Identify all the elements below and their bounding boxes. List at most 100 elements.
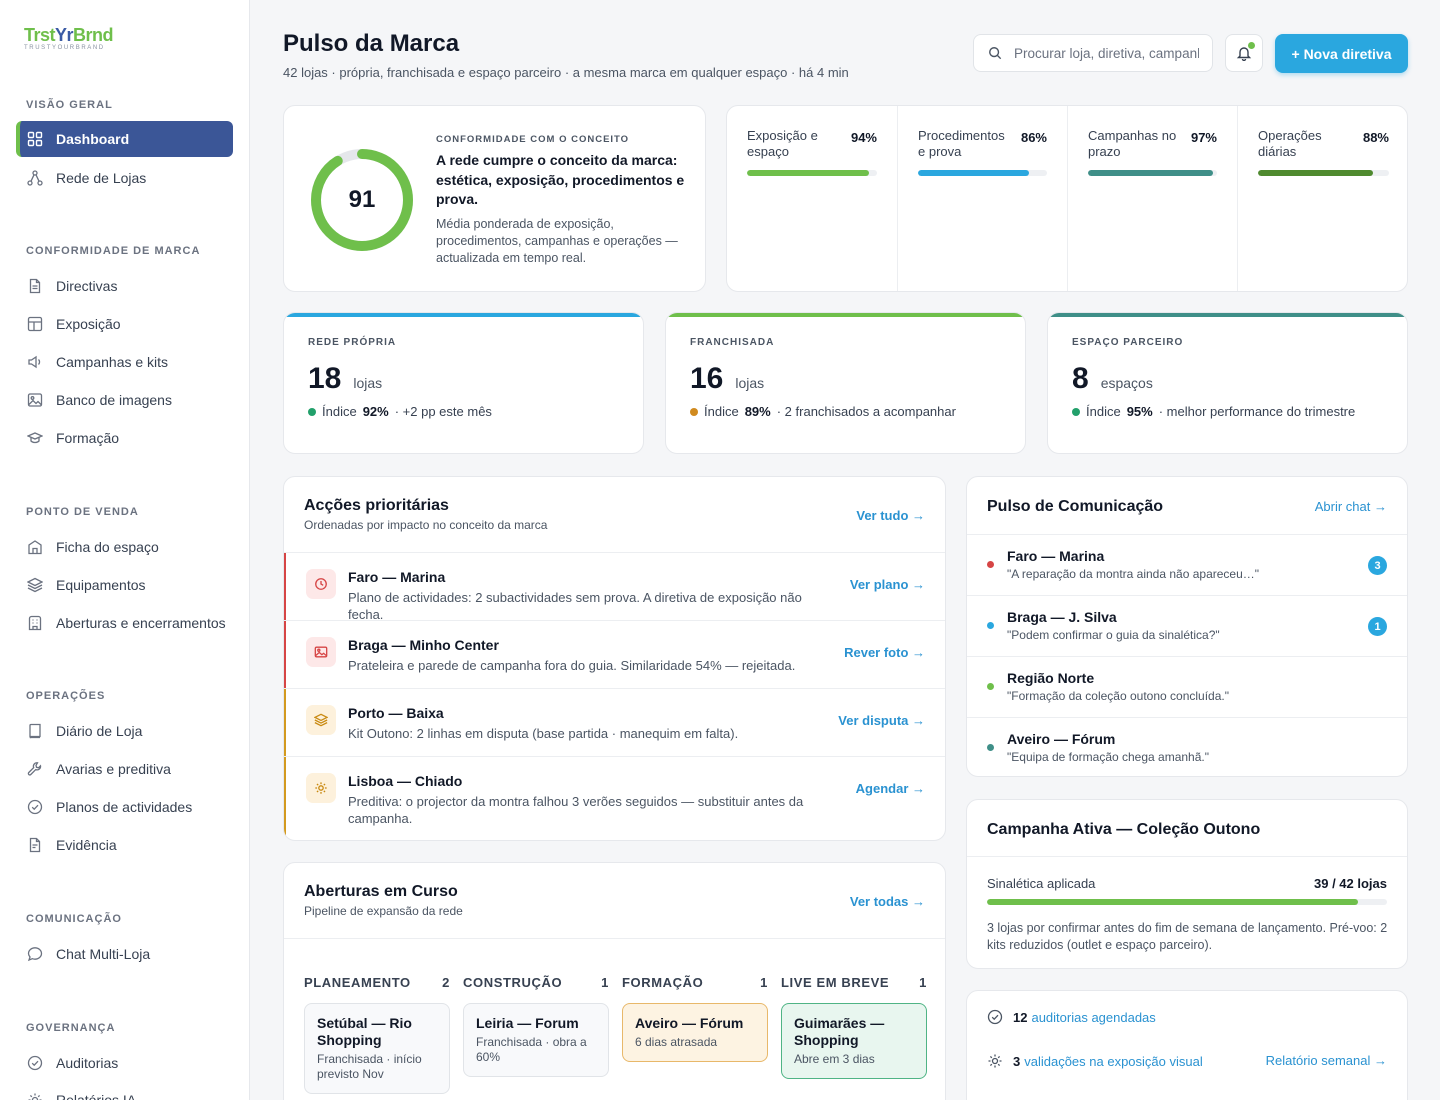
column-name: FORMAÇÃO — [622, 975, 704, 990]
check-circle-icon — [26, 1054, 44, 1072]
audits-count: 12 — [1013, 1009, 1028, 1025]
notifications-button[interactable] — [1225, 34, 1263, 72]
action-item-braga[interactable]: Braga — Minho Center Prateleira e parede… — [284, 620, 945, 688]
sidebar-item-planos[interactable]: Planos de actividades — [16, 789, 233, 825]
sidebar-item-formacao[interactable]: Formação — [16, 420, 233, 456]
chat-item-aveiro[interactable]: Aveiro — Fórum "Equipa de formação chega… — [967, 717, 1407, 776]
network-count: 18 — [308, 362, 342, 395]
metric-value: 94% — [850, 130, 877, 145]
card-accent-bar — [1048, 313, 1407, 317]
notification-dot — [1248, 42, 1255, 49]
pipeline-column-construcao: CONSTRUÇÃO 1 Leiria — Forum Franchisada ·… — [463, 975, 609, 1077]
metric-label: Operações diárias — [1258, 128, 1322, 159]
network-card-espaco-parceiro[interactable]: ESPAÇO PARCEIRO 8 espaços Índice 95% · melh… — [1047, 312, 1408, 454]
network-unit: espaços — [1100, 375, 1153, 391]
sidebar-item-relatorios[interactable]: Relatórios IA — [16, 1082, 233, 1100]
metric-progress-bar — [918, 170, 1047, 176]
audits-summary[interactable]: 12 auditorias agendadas — [987, 1009, 1156, 1025]
action-description: Plano de actividades: 2 subactividades s… — [348, 590, 802, 622]
card-accent-bar — [666, 313, 1025, 317]
view-plan-link[interactable]: Ver plano → — [850, 577, 925, 592]
page-title: Pulso da Marca — [283, 30, 460, 57]
sidebar-item-avarias[interactable]: Avarias e preditiva — [16, 751, 233, 787]
nav-section-brand-compliance: CONFORMIDADE DE MARCA — [26, 245, 201, 257]
pipeline-card-aveiro[interactable]: Aveiro — Fórum 6 dias atrasada — [622, 1003, 768, 1062]
action-description: Prateleira e parede de campanha fora do … — [348, 658, 796, 673]
sidebar-item-label: Exposição — [56, 316, 121, 332]
validations-summary[interactable]: 3 validações na exposição visual — [987, 1053, 1203, 1069]
network-card-rede-propria[interactable]: REDE PRÓPRIA 18 lojas Índice 92% · +2 pp es… — [283, 312, 644, 454]
network-card-franchisada[interactable]: FRANCHISADA 16 lojas Índice 89% · 2 franchi… — [665, 312, 1026, 454]
priority-actions-card: Acções prioritárias Ordenadas por impact… — [283, 476, 946, 841]
sidebar-item-dashboard[interactable]: Dashboard — [16, 121, 233, 157]
layout-icon — [26, 315, 44, 333]
status-dot — [690, 407, 698, 416]
sidebar-item-banco-imagens[interactable]: Banco de imagens — [16, 382, 233, 418]
file-icon — [26, 836, 44, 854]
pipeline-card-setubal[interactable]: Setúbal — Rio Shopping Franchisada · iní… — [304, 1003, 450, 1094]
sidebar-item-directivas[interactable]: Directivas — [16, 268, 233, 304]
open-chat-link[interactable]: Abrir chat → — [1315, 499, 1387, 514]
weekly-report-link[interactable]: Relatório semanal → — [1266, 1053, 1387, 1068]
status-dot — [987, 561, 994, 568]
sidebar-item-equipamentos[interactable]: Equipamentos — [16, 567, 233, 603]
sidebar-item-rede-de-lojas[interactable]: Rede de Lojas — [16, 160, 233, 196]
network-unit: lojas — [735, 375, 765, 391]
sidebar-item-diario-loja[interactable]: Diário de Loja — [16, 713, 233, 749]
view-all-openings-link[interactable]: Ver todas → — [850, 894, 925, 909]
new-directive-button[interactable]: + Nova diretiva — [1275, 34, 1408, 73]
brand-logo[interactable]: TrstYrBrnd TRUSTYOURBRAND — [24, 26, 114, 51]
view-all-actions-link[interactable]: Ver tudo → — [856, 508, 925, 523]
sun-icon — [987, 1053, 1003, 1069]
pipeline-card-leiria[interactable]: Leiria — Forum Franchisada · obra a 60% — [463, 1003, 609, 1077]
sidebar-item-label: Diário de Loja — [56, 723, 143, 739]
audits-link[interactable]: auditorias agendadas — [1031, 1010, 1155, 1025]
sidebar-item-label: Chat Multi-Loja — [56, 946, 151, 962]
chat-item-braga[interactable]: Braga — J. Silva "Podem confirmar o guia… — [967, 595, 1407, 656]
chat-item-regiao-norte[interactable]: Região Norte "Formação da coleção outono… — [967, 656, 1407, 717]
column-count: 1 — [601, 975, 609, 990]
section-title: Aberturas em Curso — [304, 883, 458, 900]
search-input[interactable] — [1014, 45, 1199, 61]
network-kicker: REDE PRÓPRIA — [308, 337, 397, 348]
metric-label: Procedimentos e prova — [918, 128, 1005, 159]
sidebar-item-label: Dashboard — [56, 131, 130, 147]
priority-border — [284, 757, 286, 840]
action-item-lisboa[interactable]: Lisboa — Chiado Preditiva: o projector d… — [284, 756, 945, 840]
image-icon — [26, 391, 44, 409]
schedule-link[interactable]: Agendar → — [856, 781, 925, 796]
chat-sender: Braga — J. Silva — [1007, 609, 1117, 625]
pipeline-column-planeamento: PLANEAMENTO 2 Setúbal — Rio Shopping Fran… — [304, 975, 450, 1094]
document-icon — [26, 277, 44, 295]
sidebar: TrstYrBrnd TRUSTYOURBRAND VISÃO GERAL Da… — [0, 0, 250, 1100]
page-subtitle: 42 lojas · própria, franchisada e espaço… — [283, 65, 849, 80]
conformity-score-value: 91 — [348, 186, 376, 213]
review-photo-link[interactable]: Rever foto → — [844, 645, 925, 660]
sidebar-item-evidencia[interactable]: Evidência — [16, 827, 233, 863]
pipeline-card-title: Setúbal — Rio Shopping — [317, 1015, 412, 1048]
chat-message: "Formação da coleção outono concluída." — [1007, 689, 1229, 703]
metric-operacoes: Operações diárias 88% — [1238, 106, 1407, 291]
store-icon — [26, 538, 44, 556]
sidebar-item-exposicao[interactable]: Exposição — [16, 306, 233, 342]
sidebar-item-ficha-espaco[interactable]: Ficha do espaço — [16, 529, 233, 565]
chat-sender: Faro — Marina — [1007, 548, 1105, 564]
sidebar-item-campanhas[interactable]: Campanhas e kits — [16, 344, 233, 380]
pipeline-card-guimaraes[interactable]: Guimarães — Shopping Abre em 3 dias — [781, 1003, 927, 1079]
view-dispute-link[interactable]: Ver disputa → — [838, 713, 925, 728]
check-circle-icon — [26, 798, 44, 816]
priority-border — [284, 621, 286, 688]
sidebar-item-auditorias[interactable]: Auditorias — [16, 1045, 233, 1081]
action-item-faro[interactable]: Faro — Marina Plano de actividades: 2 su… — [284, 552, 945, 622]
pipeline-card-title: Aveiro — Fórum — [635, 1015, 744, 1031]
search-box[interactable] — [973, 34, 1213, 72]
sidebar-item-chat[interactable]: Chat Multi-Loja — [16, 936, 233, 972]
sidebar-item-aberturas[interactable]: Aberturas e encerramentos — [16, 605, 233, 641]
pipeline-card-subtitle: 6 dias atrasada — [635, 1035, 718, 1049]
validations-link[interactable]: validações na exposição visual — [1024, 1054, 1203, 1069]
metric-value: 86% — [1020, 130, 1047, 145]
chat-item-faro[interactable]: Faro — Marina "A reparação da montra ain… — [967, 534, 1407, 595]
action-item-porto[interactable]: Porto — Baixa Kit Outono: 2 linhas em di… — [284, 688, 945, 756]
conformity-gauge: 91 — [308, 146, 416, 254]
sidebar-item-label: Campanhas e kits — [56, 354, 169, 370]
